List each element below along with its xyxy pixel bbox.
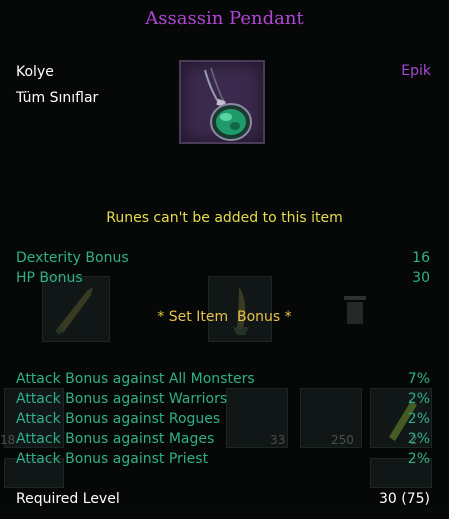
required-level-value: 30 (75)	[378, 491, 430, 507]
set-item-bonus-header: * Set Item Bonus *	[157, 309, 292, 325]
stat-value: 30	[412, 270, 430, 286]
item-rarity: Epik	[401, 63, 431, 79]
item-icon-frame	[179, 60, 265, 144]
stat-label: Attack Bonus against Priest	[16, 451, 209, 467]
required-level-label: Required Level	[16, 491, 120, 507]
stat-value: 16	[412, 250, 430, 266]
stat-value: 7%	[407, 371, 430, 387]
stat-label: Attack Bonus against Rogues	[16, 411, 221, 427]
rune-notice: Runes can't be added to this item	[106, 210, 343, 226]
stack-count: 18	[0, 433, 16, 447]
required-level-row: Required Level 30 (75)	[16, 491, 430, 511]
item-class-restriction: Tüm Sınıflar	[16, 90, 99, 106]
item-slot-type: Kolye	[16, 64, 54, 80]
stat-label: HP Bonus	[16, 270, 83, 286]
stat-value: 2%	[407, 391, 430, 407]
stat-label: Attack Bonus against Warriors	[16, 391, 228, 407]
stat-label: Attack Bonus against All Monsters	[16, 371, 255, 387]
item-tooltip: 18 33 250 2 Assassin Pendant Kolye Tüm S…	[0, 0, 449, 519]
stat-row: Attack Bonus against Priest 2%	[16, 451, 430, 471]
stat-value: 2%	[407, 411, 430, 427]
stat-label: Attack Bonus against Mages	[16, 431, 215, 447]
stat-row: Attack Bonus against Mages 2%	[16, 431, 430, 451]
stat-value: 2%	[407, 431, 430, 447]
stat-value: 2%	[407, 451, 430, 467]
stat-row: Attack Bonus against Rogues 2%	[16, 411, 430, 431]
stat-row: Attack Bonus against All Monsters 7%	[16, 371, 430, 391]
stat-label: Dexterity Bonus	[16, 250, 129, 266]
item-name: Assassin Pendant	[145, 8, 304, 29]
pendant-icon	[204, 67, 252, 141]
stat-row: Dexterity Bonus 16	[16, 250, 430, 270]
stat-row: HP Bonus 30	[16, 270, 430, 290]
stat-row: Attack Bonus against Warriors 2%	[16, 391, 430, 411]
